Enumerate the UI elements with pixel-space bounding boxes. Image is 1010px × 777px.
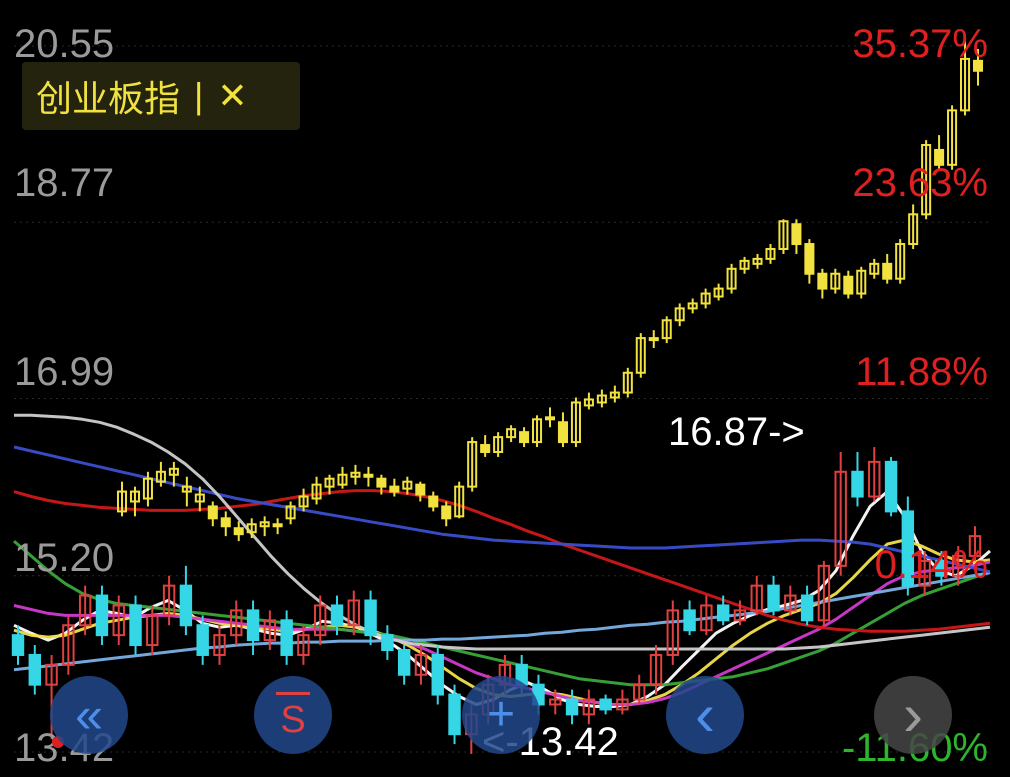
yellow-candle-9 xyxy=(233,527,244,536)
pct-label-3: 11.88% xyxy=(855,350,988,394)
candlesticks xyxy=(11,41,984,754)
main-candle-50 xyxy=(851,470,864,498)
yellow-candle-25 xyxy=(441,505,452,520)
yellow-candle-33 xyxy=(544,416,556,421)
main-candle-5 xyxy=(95,594,109,637)
yellow-candle-7 xyxy=(207,505,218,520)
yellow-candle-20 xyxy=(376,477,387,488)
main-candle-16 xyxy=(280,619,293,656)
pct-label-top: 35.37% xyxy=(852,22,988,66)
main-candle-7 xyxy=(129,604,142,647)
previous-button[interactable]: ‹ xyxy=(666,676,744,754)
yellow-candle-23 xyxy=(415,483,426,496)
main-candle-52 xyxy=(884,460,898,513)
main-candle-21 xyxy=(364,599,377,637)
price-label-top: 20.55 xyxy=(14,22,115,66)
main-candle-0 xyxy=(11,634,25,656)
s-mode-button[interactable]: S xyxy=(254,676,332,754)
yellow-candle-12 xyxy=(272,523,283,528)
pct-label-2: 23.63% xyxy=(852,161,988,205)
gridlines xyxy=(14,45,990,753)
title-divider: | xyxy=(194,75,204,116)
main-candle-40 xyxy=(683,609,696,632)
s-underline-icon xyxy=(276,691,310,695)
yellow-candle-24 xyxy=(428,495,439,508)
yellow-candle-56 xyxy=(843,275,854,295)
yellow-candle-31 xyxy=(519,431,530,444)
main-candle-26 xyxy=(448,693,461,736)
price-label-4: 15.20 xyxy=(14,536,115,580)
close-icon[interactable]: ✕ xyxy=(217,76,247,117)
first-page-button[interactable]: « xyxy=(50,676,128,754)
yellow-candle-41 xyxy=(648,337,659,342)
main-candle-33 xyxy=(565,698,579,716)
main-candle-25 xyxy=(431,653,444,696)
double-chevron-left-icon: « xyxy=(75,687,103,743)
s-label: S xyxy=(280,698,306,741)
ma-line-red xyxy=(13,489,991,633)
yellow-candle-34 xyxy=(557,421,568,444)
price-label-2: 18.77 xyxy=(14,161,115,205)
main-candle-14 xyxy=(246,609,260,642)
index-title: 创业板指 xyxy=(36,79,181,120)
yellow-candle-19 xyxy=(363,473,374,478)
index-title-box[interactable]: 创业板指 | ✕ xyxy=(22,62,300,130)
yellow-candle-28 xyxy=(480,444,491,453)
add-button[interactable]: + xyxy=(462,676,540,754)
next-button[interactable]: › xyxy=(874,676,952,754)
main-candle-45 xyxy=(767,584,780,612)
yellow-candle-59 xyxy=(882,262,893,280)
main-candle-42 xyxy=(716,604,730,622)
high-price-annotation: 16.87-> xyxy=(668,410,805,454)
pct-label-4: 0.14% xyxy=(874,543,988,587)
chevron-left-icon: ‹ xyxy=(695,681,715,748)
yellow-candle-52 xyxy=(791,223,802,246)
yellow-candle-54 xyxy=(817,272,828,290)
main-candle-1 xyxy=(28,653,41,686)
main-candle-10 xyxy=(179,584,193,627)
yellow-candle-8 xyxy=(220,517,231,528)
main-candle-35 xyxy=(599,698,612,711)
main-candle-47 xyxy=(800,594,814,622)
main-candle-22 xyxy=(381,634,394,652)
yellow-candle-53 xyxy=(804,243,815,275)
yellow-candle-21 xyxy=(389,485,400,493)
price-label-3: 16.99 xyxy=(14,350,115,394)
main-candle-11 xyxy=(196,624,209,656)
main-candle-19 xyxy=(330,604,344,627)
main-candle-23 xyxy=(397,649,411,676)
plus-icon: + xyxy=(486,688,516,741)
chevron-right-icon: › xyxy=(903,681,923,748)
moving-average-lines xyxy=(13,413,991,708)
